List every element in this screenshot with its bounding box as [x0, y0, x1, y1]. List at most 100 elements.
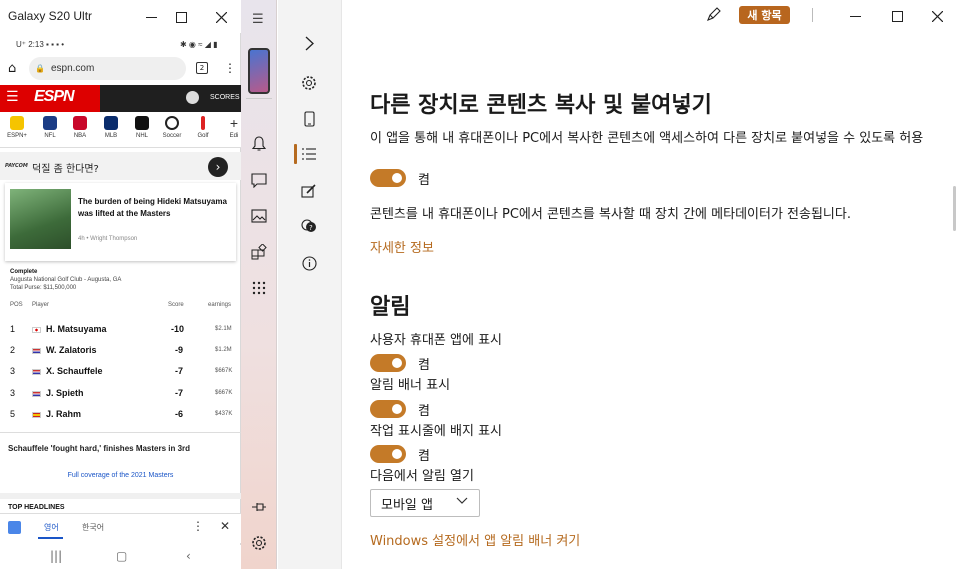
more-menu-icon[interactable]: ⋮ [192, 519, 204, 533]
divider [0, 493, 241, 499]
league-nav: ESPN+ NFL NBA MLB NHL Soccer Golf + Edi [0, 112, 241, 148]
banner-toggle[interactable] [370, 400, 406, 418]
nhl-icon [135, 116, 149, 130]
flag-japan-icon [32, 324, 41, 334]
league-nhl[interactable]: NHL [128, 116, 156, 139]
headline-item[interactable]: Schauffele 'fought hard,' finishes Maste… [8, 444, 190, 453]
pin-icon[interactable] [247, 495, 271, 519]
league-nfl[interactable]: NFL [36, 116, 64, 139]
dialpad-icon[interactable] [247, 276, 271, 300]
show-in-app-toggle[interactable] [370, 354, 406, 372]
home-icon[interactable]: ⌂ [8, 61, 16, 76]
mlb-icon [104, 116, 118, 130]
profile-icon[interactable] [186, 91, 199, 104]
more-menu-icon[interactable]: ⋮ [224, 61, 236, 75]
device-thumbnail[interactable] [248, 48, 270, 94]
plus-icon: + [229, 115, 239, 131]
espn-logo[interactable]: ESPN [34, 88, 75, 106]
new-item-button[interactable]: 새 항목 [739, 6, 790, 24]
settings-gear-icon[interactable] [247, 531, 271, 555]
pen-icon[interactable] [706, 6, 722, 26]
metadata-note: 콘텐츠를 내 휴대폰이나 PC에서 콘텐츠를 복사할 때 장치 간에 메타데이터… [370, 207, 851, 222]
phone-window-title: Galaxy S20 Ultr [8, 9, 93, 23]
toggle-knob [392, 358, 402, 368]
leaderboard-row[interactable]: 3 J. Spieth -7 $667K [10, 388, 235, 408]
chevron-right-icon: › [215, 160, 221, 174]
maximize-icon [175, 11, 187, 23]
info-icon[interactable] [297, 251, 321, 275]
translate-target-tab[interactable]: 한국어 [82, 522, 104, 533]
leaderboard-row[interactable]: 3 X. Schauffele -7 $667K [10, 366, 235, 386]
setting-label-banner: 알림 배너 표시 [370, 378, 451, 393]
lock-icon: 🔒 [35, 64, 45, 73]
apps-icon[interactable] [247, 240, 271, 264]
settings-gear-icon[interactable] [297, 71, 321, 95]
android-nav-bar: ||| ▢ ‹ [0, 545, 241, 569]
league-nba[interactable]: NBA [66, 116, 94, 139]
open-notifications-label: 다음에서 알림 열기 [370, 469, 474, 484]
story-meta: 4h • Wright Thompson [78, 236, 138, 242]
toggle-knob [392, 173, 402, 183]
league-golf[interactable]: Golf [189, 116, 217, 139]
close-button[interactable] [922, 1, 952, 31]
flag-usa-icon [32, 345, 41, 355]
minimize-button[interactable] [136, 2, 166, 32]
personalize-icon[interactable] [297, 178, 321, 202]
hamburger-menu-icon[interactable]: ☰ [252, 12, 264, 27]
chevron-right-icon[interactable] [297, 31, 321, 55]
tab-count-button[interactable]: 2 [196, 62, 208, 74]
tournament-info: Complete Augusta National Golf Club - Au… [10, 268, 121, 292]
recents-icon[interactable]: ||| [50, 549, 62, 563]
league-espn-plus[interactable]: ESPN+ [3, 116, 31, 139]
ad-text: 덕질 좀 한다면? [32, 164, 99, 175]
divider [812, 8, 813, 22]
toggle-knob [392, 404, 402, 414]
close-icon[interactable]: ✕ [220, 519, 230, 533]
close-button[interactable] [206, 2, 236, 32]
leaderboard-row[interactable]: 1 H. Matsuyama -10 $2.1M [10, 324, 235, 344]
scrollbar-thumb[interactable] [953, 186, 956, 231]
notification-bell-icon[interactable] [247, 132, 271, 156]
more-info-link[interactable]: 자세한 정보 [370, 237, 434, 256]
nfl-icon [43, 116, 57, 130]
messages-icon[interactable] [247, 168, 271, 192]
maximize-icon [891, 10, 903, 22]
url-field[interactable]: 🔒 espn.com [29, 57, 186, 80]
leaderboard-row[interactable]: 2 W. Zalatoris -9 $1.2M [10, 345, 235, 365]
browser-url-bar: ⌂ 🔒 espn.com 2 ⋮ [0, 56, 241, 84]
back-icon[interactable]: ‹ [186, 549, 191, 563]
maximize-button[interactable] [882, 1, 912, 31]
close-icon [931, 10, 943, 22]
scores-link[interactable]: SCORES [210, 94, 240, 101]
feedback-icon[interactable]: ? [297, 214, 321, 238]
ad-arrow-button[interactable]: › [208, 157, 228, 177]
ad-brand: PAYCOM [5, 163, 28, 169]
windows-settings-link[interactable]: Windows 설정에서 앱 알림 배너 켜기 [370, 530, 580, 549]
photos-icon[interactable] [247, 204, 271, 228]
flag-usa-icon [32, 366, 41, 376]
minimize-button[interactable] [840, 1, 870, 31]
league-soccer[interactable]: Soccer [158, 116, 186, 139]
hamburger-menu-icon[interactable]: ☰ [6, 89, 19, 105]
dropdown-value: 모바일 앱 [381, 497, 433, 513]
phone-icon[interactable] [297, 107, 321, 131]
translate-source-tab[interactable]: 영어 [44, 522, 59, 533]
tournament-venue: Augusta National Golf Club - Augusta, GA [10, 277, 122, 283]
home-icon[interactable]: ▢ [116, 549, 127, 563]
copy-paste-toggle[interactable] [370, 169, 406, 187]
features-list-icon[interactable] [297, 142, 321, 166]
status-time: U⁺ 2:13 ▪ ▪ ▪ • [16, 40, 64, 49]
flag-spain-icon [32, 409, 41, 419]
show-in-app-toggle-label: 켬 [418, 358, 430, 373]
league-mlb[interactable]: MLB [97, 116, 125, 139]
setting-label-badge: 작업 표시줄에 배지 표시 [370, 424, 502, 439]
banner-toggle-label: 켬 [418, 404, 430, 419]
phone-status-bar: U⁺ 2:13 ▪ ▪ ▪ • ✱ ◉ ≈ ◢ ▮ [0, 36, 241, 56]
badge-toggle[interactable] [370, 445, 406, 463]
maximize-button[interactable] [166, 2, 196, 32]
story-title[interactable]: The burden of being Hideki Matsuyama was… [78, 196, 228, 220]
coverage-link[interactable]: Full coverage of the 2021 Masters [0, 472, 241, 479]
leaderboard-row[interactable]: 5 J. Rahm -6 $437K [10, 409, 235, 429]
google-translate-icon [8, 521, 21, 534]
phone-window-titlebar: Galaxy S20 Ultr [0, 0, 241, 33]
